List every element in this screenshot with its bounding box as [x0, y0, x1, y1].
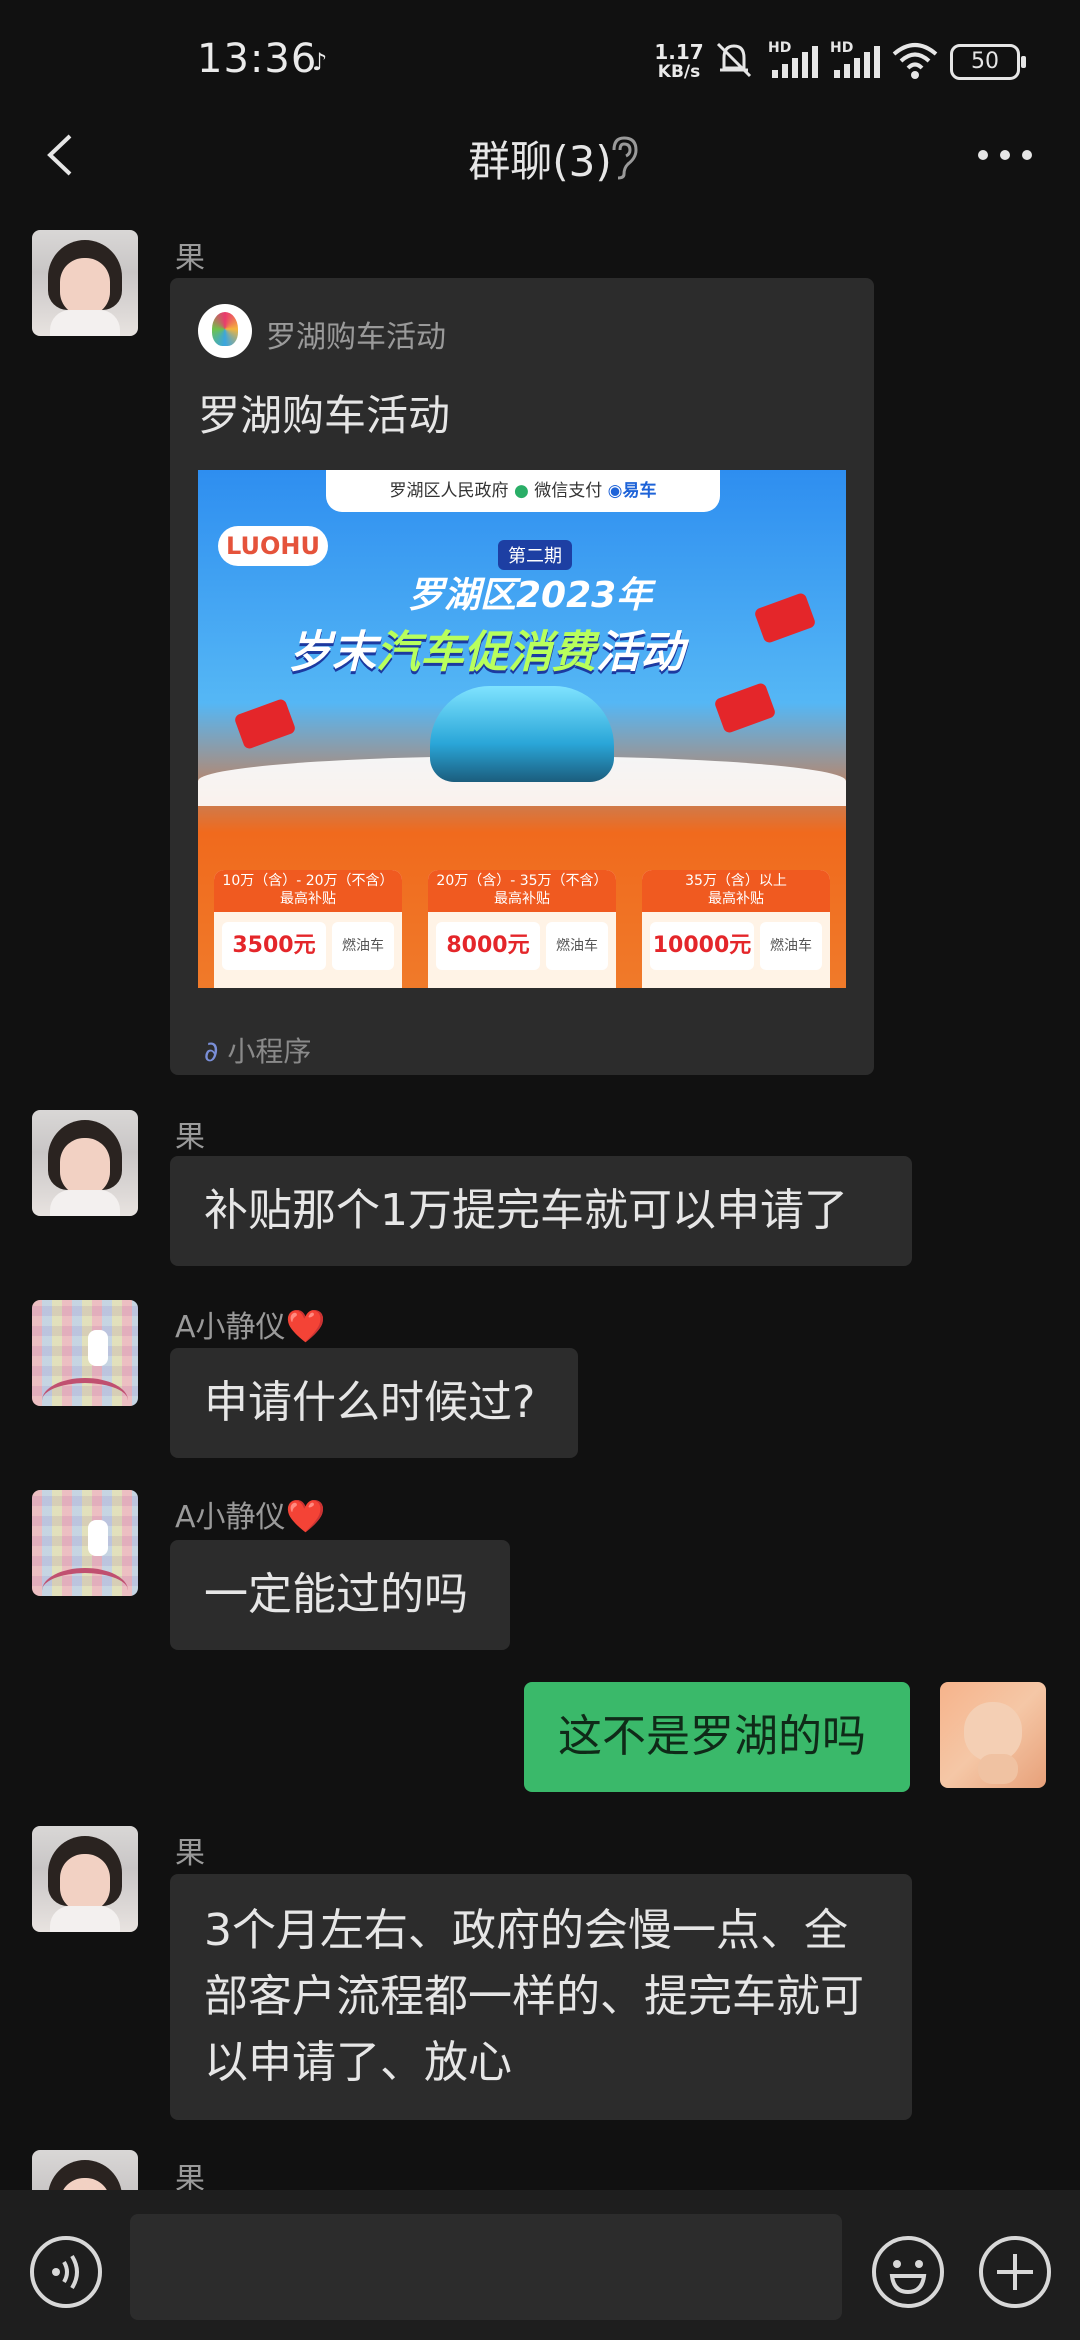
mini-program-name: 罗湖购车活动 [266, 320, 446, 355]
avatar-xiaojingyi[interactable] [32, 1490, 138, 1596]
sender-name: 果 [175, 1836, 205, 1871]
avatar-guo[interactable] [32, 1826, 138, 1932]
status-time: 13:36 [197, 36, 318, 82]
plus-icon[interactable] [977, 2234, 1053, 2310]
message-bubble[interactable]: 补贴那个1万提完车就可以申请了 [170, 1156, 912, 1266]
subsidy-tier: 20万（含）- 35万（不含） 最高补贴 8000元 燃油车 [428, 870, 616, 988]
heart-emoji: ❤️ [285, 1307, 326, 1345]
avatar-xiaojingyi[interactable] [32, 1300, 138, 1406]
voice-icon[interactable] [28, 2234, 104, 2310]
tiktok-icon: ♪ [312, 48, 328, 76]
subsidy-tier: 35万（含）以上 最高补贴 10000元 燃油车 [642, 870, 830, 988]
input-bar [0, 2190, 1080, 2340]
network-rate-value: 1.17 [654, 40, 704, 64]
my-message-bubble[interactable]: 这不是罗湖的吗 [524, 1682, 910, 1792]
heart-emoji: ❤️ [285, 1497, 326, 1535]
poster-top-banner: 罗湖区人民政府 ● 微信支付 ◉易车 [326, 470, 720, 512]
message-bubble[interactable]: 申请什么时候过? [170, 1348, 578, 1458]
network-rate-unit: KB/s [657, 62, 701, 82]
poster-headline-1: 罗湖区2023年 [408, 575, 653, 616]
signal-icon-1 [772, 46, 818, 78]
signal-icon-2 [834, 46, 880, 78]
message-bubble[interactable]: 一定能过的吗 [170, 1540, 510, 1650]
subsidy-tier: 10万（含）- 20万（不含） 最高补贴 3500元 燃油车 [214, 870, 402, 988]
chat-title: 群聊(3) [468, 137, 612, 186]
link-icon: ∂ [204, 1035, 219, 1068]
mini-program-card[interactable]: 罗湖购车活动 罗湖购车活动 罗湖区人民政府 ● 微信支付 ◉易车 LUOHU 第… [170, 278, 874, 1075]
sender-name: 果 [175, 1120, 205, 1155]
sender-name: A小静仪❤️ [175, 1497, 326, 1535]
ear-icon [612, 136, 638, 180]
emoji-icon[interactable] [870, 2234, 946, 2310]
message-input[interactable] [130, 2214, 842, 2320]
luohu-logo: LUOHU [218, 526, 328, 566]
red-envelope-icon [713, 681, 777, 735]
mini-program-poster: 罗湖区人民政府 ● 微信支付 ◉易车 LUOHU 第二期 罗湖区2023年 岁末… [198, 470, 846, 988]
avatar-guo[interactable] [32, 230, 138, 336]
mini-program-logo [198, 304, 252, 358]
network-rate: 1.17 KB/s [650, 42, 708, 82]
sender-name: 果 [175, 241, 205, 276]
my-avatar[interactable] [940, 1682, 1046, 1788]
message-bubble[interactable]: 3个月左右、政府的会慢一点、全 部客户流程都一样的、提完车就可 以申请了、放心 [170, 1874, 912, 2120]
status-bar: 13:36 ♪ 1.17 KB/s HD HD 50 [0, 0, 1080, 120]
battery-level: 50 [971, 49, 999, 74]
mini-program-title: 罗湖购车活动 [198, 391, 451, 440]
red-envelope-icon [753, 591, 817, 645]
wifi-icon [892, 43, 938, 79]
poster-headline-2: 岁末汽车促消费活动 [288, 627, 684, 678]
mini-program-tag: ∂ 小程序 [204, 1035, 312, 1068]
subsidy-tiers: 10万（含）- 20万（不含） 最高补贴 3500元 燃油车 20万（含）- 35… [198, 870, 846, 988]
battery-indicator: 50 [950, 44, 1026, 80]
more-icon[interactable] [975, 140, 1035, 170]
message-line: 部客户流程都一样的、提完车就可 [204, 1971, 864, 2022]
car-image [430, 686, 614, 782]
mute-bell-icon [716, 42, 752, 78]
sender-name: A小静仪❤️ [175, 1307, 326, 1345]
message-line: 3个月左右、政府的会慢一点、全 [204, 1905, 848, 1956]
red-envelope-icon [233, 697, 297, 751]
avatar-guo[interactable] [32, 1110, 138, 1216]
message-line: 以申请了、放心 [204, 2037, 512, 2088]
